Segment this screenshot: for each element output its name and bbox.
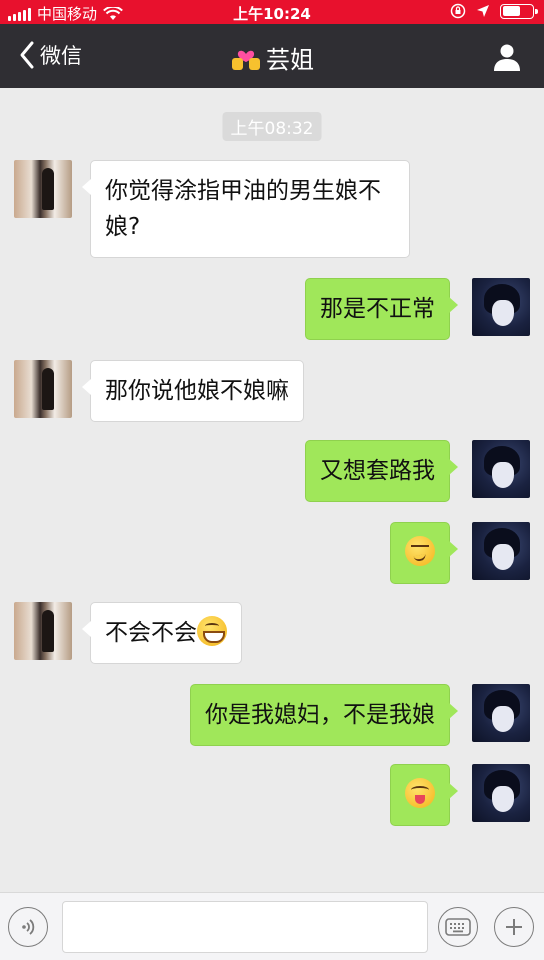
message-text: 你是我媳妇，不是我娘 — [205, 702, 435, 728]
contact-avatar[interactable] — [14, 602, 72, 660]
message-text: 又想套路我 — [320, 458, 435, 484]
couple-heart-icon — [232, 50, 260, 70]
contact-avatar[interactable] — [14, 360, 72, 418]
my-avatar[interactable] — [472, 522, 530, 580]
message-bubble[interactable]: 你是我媳妇，不是我娘 — [190, 684, 458, 746]
back-button[interactable]: 微信 — [18, 40, 82, 70]
keyboard-button[interactable] — [438, 907, 478, 947]
message-bubble[interactable] — [390, 522, 458, 584]
input-bar — [0, 892, 544, 960]
message-input[interactable] — [62, 901, 428, 953]
status-bar: 中国移动 上午10:24 — [0, 0, 544, 24]
chat-area[interactable]: 上午08:32 你觉得涂指甲油的男生娘不娘? 那是不正常 那你说他娘不娘嘛 又想… — [0, 88, 544, 892]
more-options-button[interactable] — [494, 907, 534, 947]
message-text: 那是不正常 — [320, 296, 435, 322]
tongue-wink-emoji — [405, 778, 435, 808]
message-bubble[interactable]: 又想套路我 — [305, 440, 458, 502]
message-timestamp: 上午08:32 — [222, 112, 322, 141]
message-text: 那你说他娘不娘嘛 — [105, 378, 289, 404]
message-text: 不会不会 — [105, 620, 197, 646]
chat-title-text: 芸姐 — [266, 46, 314, 74]
my-avatar[interactable] — [472, 764, 530, 822]
message-bubble[interactable]: 不会不会 — [82, 602, 242, 664]
message-text: 你觉得涂指甲油的男生娘不娘? — [105, 178, 381, 240]
my-avatar[interactable] — [472, 684, 530, 742]
back-label: 微信 — [40, 44, 82, 68]
my-avatar[interactable] — [472, 440, 530, 498]
grin-emoji — [197, 616, 227, 646]
my-avatar[interactable] — [472, 278, 530, 336]
status-right — [450, 3, 538, 19]
nav-bar: 微信 芸姐 — [0, 24, 544, 88]
keyboard-icon — [445, 918, 471, 936]
message-bubble[interactable]: 你觉得涂指甲油的男生娘不娘? — [82, 160, 410, 258]
message-bubble[interactable]: 那你说他娘不娘嘛 — [82, 360, 304, 422]
location-icon — [477, 5, 489, 17]
smirk-emoji — [405, 536, 435, 566]
message-bubble[interactable]: 那是不正常 — [305, 278, 458, 340]
chevron-left-icon — [20, 41, 34, 69]
plus-icon — [506, 919, 522, 935]
lock-rotation-icon — [450, 3, 466, 19]
message-bubble[interactable] — [390, 764, 458, 826]
voice-icon — [22, 919, 35, 935]
contact-avatar[interactable] — [14, 160, 72, 218]
battery-icon — [500, 3, 538, 19]
person-icon[interactable] — [492, 42, 522, 72]
voice-button[interactable] — [8, 907, 48, 947]
